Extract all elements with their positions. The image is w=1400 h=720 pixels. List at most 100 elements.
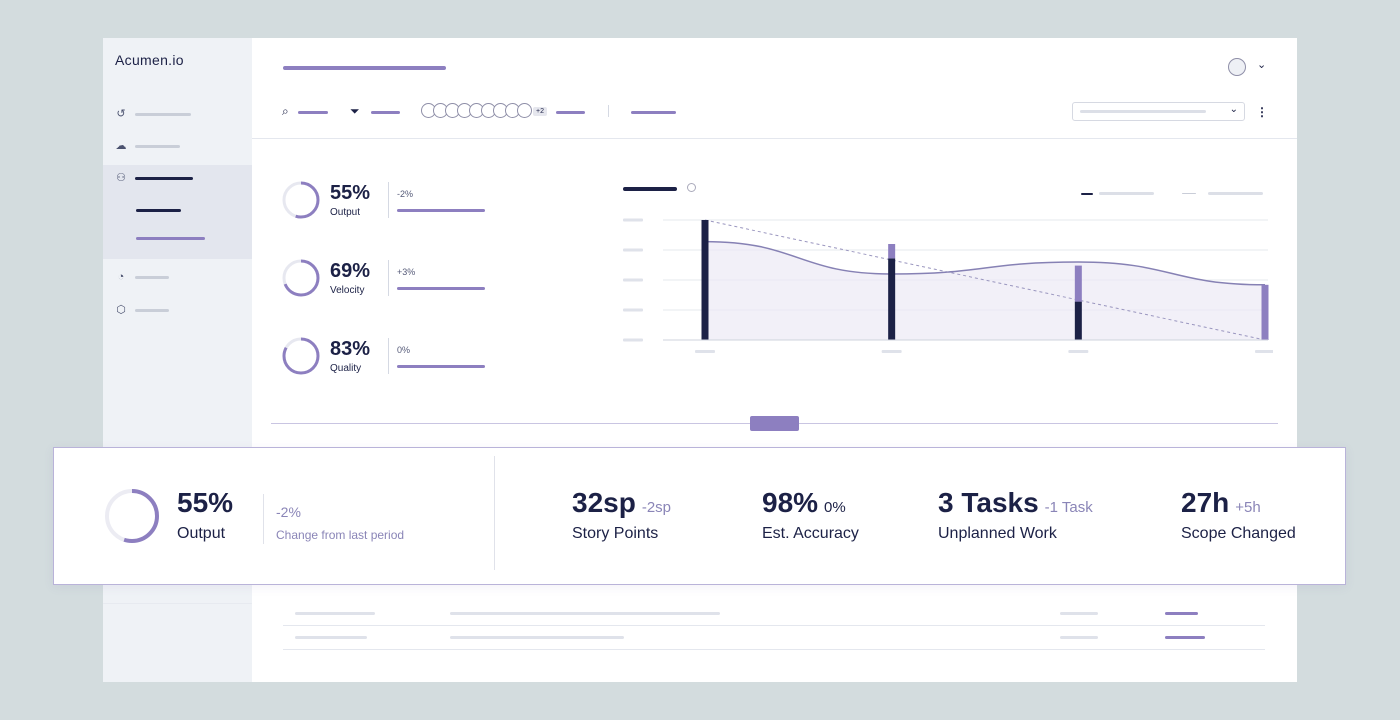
progress-ring xyxy=(282,259,320,297)
x-tick-label xyxy=(695,350,715,353)
y-tick-label xyxy=(623,338,643,342)
table-cell xyxy=(1060,612,1098,615)
bar-remaining xyxy=(888,258,896,340)
y-tick-label xyxy=(623,218,643,222)
output-delta-note: Change from last period xyxy=(276,528,405,542)
header-divider xyxy=(252,138,1297,139)
user-avatar[interactable] xyxy=(1228,58,1246,76)
avatar-overflow-badge[interactable]: +2 xyxy=(533,107,547,116)
metric-bar xyxy=(397,365,485,368)
table-cell xyxy=(450,636,624,639)
team-label[interactable] xyxy=(556,111,585,114)
page-title xyxy=(283,66,446,70)
sidebar-item-reports[interactable]: ◔ xyxy=(103,264,252,290)
history-icon: ↺ xyxy=(116,108,126,120)
user-icon: ⚇ xyxy=(116,172,126,184)
filter-icon[interactable]: ⏷ xyxy=(350,104,360,119)
submenu-item[interactable] xyxy=(136,209,181,212)
toolbar-divider xyxy=(608,105,609,117)
sidebar-item-history[interactable]: ↺ xyxy=(103,101,252,127)
progress-ring xyxy=(282,337,320,375)
metric-delta: +3% xyxy=(397,267,416,277)
sidebar-item-people[interactable]: ⚇ xyxy=(103,165,252,191)
unplanned-work-value: 3 Tasks -1 Task xyxy=(938,487,1093,518)
bar-remaining xyxy=(1074,301,1082,340)
sidebar-item-label xyxy=(135,309,169,312)
output-delta: -2% xyxy=(276,504,301,520)
sidebar-divider xyxy=(103,603,252,604)
card-divider xyxy=(263,494,264,544)
sidebar-submenu xyxy=(103,191,252,259)
output-chart xyxy=(623,218,1273,353)
bar-added xyxy=(888,244,896,259)
progress-ring xyxy=(282,181,320,219)
sidebar-item-team[interactable]: ☁ xyxy=(103,133,252,159)
accuracy-value: 98% 0% xyxy=(762,487,846,518)
output-progress-ring xyxy=(105,489,159,543)
table-cell xyxy=(295,636,367,639)
table-cell-bar xyxy=(1165,612,1198,615)
settings-icon: ⬡ xyxy=(116,304,126,316)
bar-added xyxy=(1261,284,1269,340)
trend-area xyxy=(705,241,1265,340)
output-label: Output xyxy=(177,525,226,542)
metric-quality[interactable]: 83% Quality 0% xyxy=(281,336,541,384)
submenu-item-active[interactable] xyxy=(136,237,205,240)
metric-delta: 0% xyxy=(397,345,411,355)
date-range-select[interactable]: ⌄ xyxy=(1072,102,1245,121)
select-value xyxy=(1080,110,1206,113)
team-icon: ☁ xyxy=(115,140,127,152)
metric-percent: 83% xyxy=(330,338,371,360)
x-tick-label xyxy=(1068,350,1089,353)
y-tick-label xyxy=(623,308,643,312)
metric-output[interactable]: 55% Output -2% xyxy=(281,180,541,228)
table-cell xyxy=(1060,636,1098,639)
search-input[interactable] xyxy=(298,111,328,114)
metric-delta: -2% xyxy=(397,189,414,199)
app-window: Acumen.io ↺ ☁ ⚇ ◔ ⬡ ⌄ ⌕ ⏷ +2 ⌄ ⋮ 55% Out… xyxy=(103,38,1297,682)
scope-changed-value: 27h +5h xyxy=(1181,487,1261,518)
table-row-divider xyxy=(283,625,1265,626)
bar-added xyxy=(1074,265,1082,302)
expand-toggle[interactable] xyxy=(750,416,799,431)
sidebar-item-label xyxy=(135,276,169,279)
scope-changed-label: Scope Changed xyxy=(1181,525,1296,542)
x-tick-label xyxy=(881,350,902,353)
x-tick-label xyxy=(1255,350,1273,353)
table-cell xyxy=(450,612,720,615)
avatar xyxy=(517,103,532,118)
metric-velocity[interactable]: 69% Velocity +3% xyxy=(281,258,541,306)
metric-label: Velocity xyxy=(330,285,365,296)
metric-percent: 69% xyxy=(330,260,371,282)
sidebar-item-label xyxy=(135,177,193,180)
summary-card: 55% Output -2% Change from last period 3… xyxy=(53,447,1346,585)
metric-divider xyxy=(388,260,389,296)
y-tick-label xyxy=(623,278,643,282)
output-percent: 55% xyxy=(177,487,234,518)
sidebar-item-settings[interactable]: ⬡ xyxy=(103,297,252,323)
chevron-down-icon: ⌄ xyxy=(1229,104,1238,115)
card-divider xyxy=(494,456,495,570)
pie-chart-icon: ◔ xyxy=(117,271,125,283)
sidebar-item-label xyxy=(135,113,191,116)
metric-divider xyxy=(388,338,389,374)
more-options-icon[interactable]: ⋮ xyxy=(1256,105,1268,119)
metric-label: Output xyxy=(330,207,361,218)
metric-bar xyxy=(397,209,485,212)
sidebar: Acumen.io ↺ ☁ ⚇ ◔ ⬡ xyxy=(103,38,252,682)
table-cell xyxy=(295,612,375,615)
search-icon[interactable]: ⌕ xyxy=(282,104,289,119)
story-points-value: 32sp -2sp xyxy=(572,487,672,518)
metric-divider xyxy=(388,182,389,218)
unplanned-work-label: Unplanned Work xyxy=(938,525,1057,542)
metric-label: Quality xyxy=(330,363,362,374)
filter-label[interactable] xyxy=(371,111,400,114)
bar-remaining xyxy=(701,220,709,340)
story-points-label: Story Points xyxy=(572,525,659,542)
y-tick-label xyxy=(623,248,643,252)
table-cell-bar xyxy=(1165,636,1205,639)
chevron-down-icon[interactable]: ⌄ xyxy=(1257,58,1266,71)
brand-logo: Acumen.io xyxy=(115,52,184,68)
metric-bar xyxy=(397,287,485,290)
period-tab[interactable] xyxy=(631,111,676,114)
